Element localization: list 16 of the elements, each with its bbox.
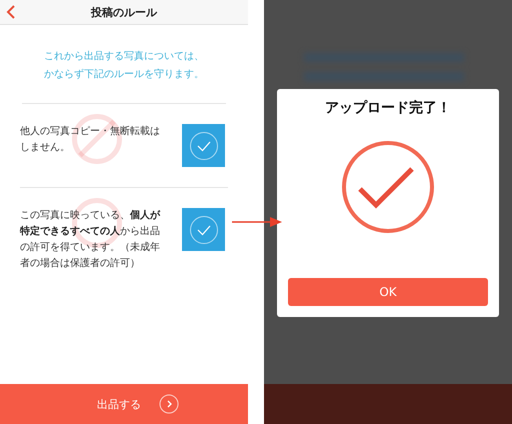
submit-button[interactable]: 出品する — [0, 384, 248, 424]
rule-checkbox[interactable] — [182, 208, 225, 251]
chevron-circle-icon — [159, 394, 179, 414]
rule-text: 他人の写真コピー・無断転載はしません。 — [20, 124, 161, 155]
rule-text: この写真に映っている、個人が特定できるすべての人から出品の許可を得ています。（未成年者の場合は保護者の許可） — [20, 208, 162, 271]
screen-title: 投稿のルール — [90, 4, 158, 20]
ok-button[interactable]: OK — [288, 278, 488, 306]
dialog-title: アップロード完了！ — [325, 99, 451, 117]
check-icon — [188, 214, 218, 244]
intro-text: かならず下記のルールを守ります。 — [44, 68, 204, 81]
intro-text: これから出品する写真については、 — [44, 50, 204, 63]
arrow-icon — [232, 216, 282, 228]
check-circle-icon — [340, 139, 436, 235]
back-icon[interactable] — [6, 5, 16, 19]
rule-checkbox[interactable] — [182, 124, 225, 167]
check-icon — [188, 130, 218, 160]
